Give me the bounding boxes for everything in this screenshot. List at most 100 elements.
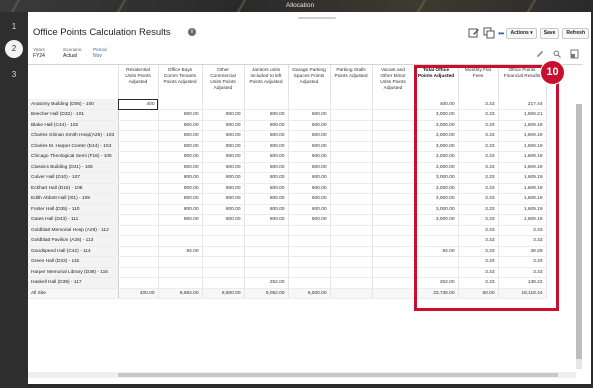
table-cell[interactable] bbox=[118, 225, 159, 236]
table-cell[interactable] bbox=[330, 109, 373, 121]
table-cell[interactable] bbox=[118, 183, 159, 194]
horizontal-scrollbar[interactable] bbox=[28, 372, 576, 378]
save-button[interactable]: Save bbox=[539, 27, 560, 39]
table-cell[interactable] bbox=[158, 99, 203, 110]
table-cell[interactable]: 84.00 bbox=[158, 246, 203, 257]
table-cell[interactable] bbox=[288, 235, 331, 247]
table-cell[interactable] bbox=[330, 235, 373, 247]
table-cell[interactable] bbox=[372, 267, 415, 278]
table-cell[interactable]: 800.00 bbox=[244, 183, 289, 194]
table-cell[interactable]: 800.00 bbox=[158, 151, 203, 163]
table-cell[interactable]: 1,609.19 bbox=[498, 204, 547, 215]
table-cell[interactable]: 800.00 bbox=[244, 193, 289, 205]
row-header[interactable]: Anatomy Building (D06) - 100 bbox=[28, 99, 119, 110]
table-cell[interactable] bbox=[330, 141, 373, 152]
table-cell[interactable]: 800.00 bbox=[202, 172, 245, 184]
table-cell[interactable] bbox=[372, 109, 415, 121]
table-cell[interactable]: 800.00 bbox=[202, 162, 245, 173]
table-cell[interactable]: 6,600.00 bbox=[288, 288, 331, 299]
table-cell[interactable]: 3.33 bbox=[458, 267, 499, 278]
table-cell[interactable]: 800.00 bbox=[158, 162, 203, 173]
table-cell[interactable] bbox=[202, 267, 245, 278]
table-cell[interactable]: 3.33 bbox=[458, 235, 499, 247]
table-cell[interactable]: 1,609.19 bbox=[498, 193, 547, 205]
table-cell[interactable]: 3.33 bbox=[458, 141, 499, 152]
table-cell[interactable]: 18,118.44 bbox=[498, 288, 547, 299]
table-cell[interactable] bbox=[244, 246, 289, 257]
table-cell[interactable]: 800.00 bbox=[158, 109, 203, 121]
table-cell[interactable]: 3.33 bbox=[498, 256, 547, 268]
table-cell[interactable] bbox=[118, 204, 159, 215]
table-cell[interactable]: 3,000.00 bbox=[414, 141, 459, 152]
table-cell[interactable]: 3.33 bbox=[458, 256, 499, 268]
table-cell[interactable]: 3.33 bbox=[458, 204, 499, 215]
table-cell[interactable] bbox=[372, 225, 415, 236]
table-cell[interactable] bbox=[118, 120, 159, 131]
column-header[interactable]: Garage Parking Spaces Points Adjusted bbox=[288, 65, 331, 99]
pov-years-value[interactable]: FY24 bbox=[33, 53, 57, 59]
table-cell[interactable]: 3.33 bbox=[458, 130, 499, 142]
table-cell[interactable] bbox=[330, 172, 373, 184]
table-cell[interactable] bbox=[118, 277, 159, 289]
table-cell[interactable]: 800.00 bbox=[202, 109, 245, 121]
table-cell[interactable] bbox=[118, 235, 159, 247]
table-cell[interactable]: 84.00 bbox=[414, 246, 459, 257]
table-cell[interactable] bbox=[372, 214, 415, 226]
table-cell[interactable] bbox=[288, 225, 331, 236]
row-header[interactable]: Chicago Theological Semi (F16) - 105 bbox=[28, 151, 119, 163]
copy-icon[interactable] bbox=[483, 27, 495, 39]
table-cell[interactable] bbox=[244, 225, 289, 236]
table-cell[interactable]: 800.00 bbox=[202, 130, 245, 142]
table-cell[interactable] bbox=[202, 256, 245, 268]
table-cell[interactable]: 600.00 bbox=[288, 109, 331, 121]
column-header[interactable]: Office Points Financial Results bbox=[498, 65, 547, 99]
table-cell[interactable]: 800.00 bbox=[244, 109, 289, 121]
table-cell[interactable]: 3.33 bbox=[458, 277, 499, 289]
pov-period-value[interactable]: Nov bbox=[93, 53, 117, 59]
table-cell[interactable]: 3,000.00 bbox=[414, 162, 459, 173]
table-cell[interactable]: 3.33 bbox=[458, 109, 499, 121]
table-cell[interactable]: 3,000.00 bbox=[414, 151, 459, 163]
table-cell[interactable]: 600.00 bbox=[288, 172, 331, 184]
table-cell[interactable] bbox=[118, 162, 159, 173]
table-cell[interactable] bbox=[158, 235, 203, 247]
row-header[interactable]: Blake Hall (C44) - 102 bbox=[28, 120, 119, 131]
table-cell[interactable]: 800.00 bbox=[202, 214, 245, 226]
column-header[interactable]: Vacant and Other Minor Units Points Adju… bbox=[372, 65, 415, 99]
row-header[interactable]: Eckhart Hall (D16) - 108 bbox=[28, 183, 119, 194]
table-cell[interactable]: 400.00 bbox=[118, 288, 159, 299]
table-cell[interactable]: 800.00 bbox=[158, 183, 203, 194]
column-header[interactable]: Total Office Points Adjusted bbox=[414, 65, 459, 99]
table-cell[interactable] bbox=[372, 235, 415, 247]
table-cell[interactable]: 800.00 bbox=[202, 183, 245, 194]
table-cell[interactable]: 600.00 bbox=[288, 193, 331, 205]
table-cell[interactable]: 252.00 bbox=[414, 277, 459, 289]
table-cell[interactable]: 3.33 bbox=[458, 225, 499, 236]
table-cell[interactable] bbox=[372, 130, 415, 142]
table-cell[interactable]: 1,609.19 bbox=[498, 151, 547, 163]
table-cell[interactable] bbox=[244, 99, 289, 110]
table-cell[interactable]: 800.00 bbox=[244, 130, 289, 142]
table-cell[interactable] bbox=[372, 120, 415, 131]
table-cell[interactable] bbox=[330, 277, 373, 289]
table-cell[interactable]: 3,000.00 bbox=[414, 193, 459, 205]
row-header[interactable]: Culver Hall (D10) - 107 bbox=[28, 172, 119, 184]
table-cell[interactable] bbox=[414, 267, 459, 278]
table-cell[interactable] bbox=[330, 193, 373, 205]
table-cell[interactable]: 3.33 bbox=[458, 193, 499, 205]
table-cell[interactable] bbox=[118, 246, 159, 257]
table-cell[interactable] bbox=[118, 172, 159, 184]
table-cell[interactable] bbox=[372, 99, 415, 110]
table-cell[interactable]: 3.33 bbox=[458, 214, 499, 226]
table-cell[interactable] bbox=[118, 267, 159, 278]
table-cell[interactable] bbox=[330, 120, 373, 131]
table-cell[interactable] bbox=[330, 267, 373, 278]
row-header[interactable]: Foster Hall (D35) - 110 bbox=[28, 204, 119, 215]
table-cell[interactable] bbox=[330, 288, 373, 299]
table-cell[interactable]: 800.00 bbox=[244, 172, 289, 184]
table-cell[interactable]: 3.33 bbox=[458, 120, 499, 131]
table-cell[interactable] bbox=[414, 235, 459, 247]
table-cell[interactable] bbox=[118, 214, 159, 226]
more-options-icon[interactable]: ••• bbox=[498, 29, 504, 38]
table-cell[interactable]: 60.00 bbox=[458, 288, 499, 299]
